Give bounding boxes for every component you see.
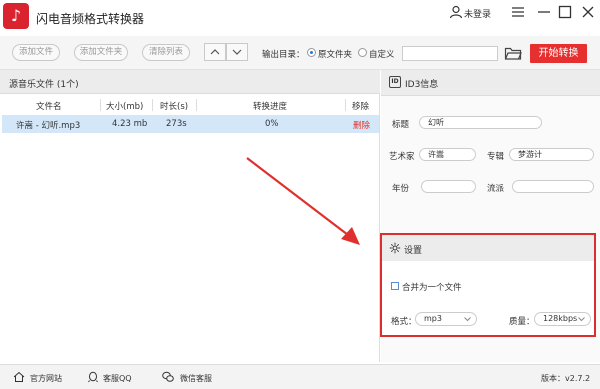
version-text: 版本：v2.7.2 (541, 374, 591, 383)
home-icon (13, 371, 25, 382)
row-progress: 0% (265, 119, 279, 129)
chevron-up-icon (210, 49, 220, 55)
source-title: 源音乐文件 (1个) (9, 80, 79, 90)
artist-label: 艺术家 (389, 152, 415, 162)
genre-label: 流派 (487, 184, 505, 194)
quality-label: 质量： (509, 317, 535, 327)
chevron-down-icon (464, 317, 471, 322)
add-file-button[interactable]: 添加文件 (12, 44, 60, 61)
chevron-down-icon (578, 317, 585, 322)
maximize-icon[interactable] (557, 4, 573, 20)
move-up-button[interactable] (204, 43, 226, 61)
col-remove: 移除 (352, 102, 370, 112)
col-divider (152, 99, 153, 111)
id3-header: ID ID3信息 (381, 70, 600, 96)
add-folder-button[interactable]: 添加文件夹 (74, 44, 128, 61)
genre-field[interactable] (512, 180, 594, 193)
format-label: 格式： (391, 317, 417, 327)
year-field[interactable] (421, 180, 476, 193)
settings-panel: 设置 合并为一个文件 格式： mp3 质量： 128kbps (380, 233, 596, 337)
album-label: 专辑 (487, 152, 505, 162)
title-field[interactable]: 幻听 (419, 116, 542, 129)
qq-support-link[interactable]: 客服QQ (103, 373, 132, 384)
format-select[interactable]: mp3 (415, 312, 477, 326)
quality-value: 128kbps (543, 314, 578, 323)
chevron-down-icon (232, 49, 242, 55)
wechat-icon (162, 371, 174, 382)
source-file-panel: 源音乐文件 (1个) 文件名 大小(mb) 时长(s) 转换进度 移除 许嵩 -… (0, 70, 380, 362)
radio-custom-label: 自定义 (369, 50, 395, 60)
wechat-support-link[interactable]: 微信客服 (180, 373, 212, 384)
output-dir-label: 输出目录： (262, 50, 305, 60)
col-duration: 时长(s) (160, 102, 189, 112)
settings-header: 设置 (382, 235, 594, 261)
folder-icon[interactable] (504, 45, 522, 61)
clear-list-button[interactable]: 清除列表 (142, 44, 190, 61)
merge-checkbox[interactable] (391, 282, 399, 290)
col-divider (100, 99, 101, 111)
menu-icon[interactable] (510, 4, 526, 20)
row-remove-link[interactable]: 删除 (353, 119, 370, 131)
radio-custom-folder[interactable] (358, 48, 367, 57)
artist-field[interactable]: 许嵩 (419, 148, 476, 161)
close-icon[interactable] (580, 4, 596, 20)
col-progress: 转换进度 (253, 102, 288, 112)
website-link[interactable]: 官方网站 (30, 373, 62, 384)
table-row[interactable]: 许嵩 - 幻听.mp3 4.23 mb 273s 0% 删除 (2, 115, 379, 133)
radio-original-label: 原文件夹 (318, 50, 353, 60)
app-title: 闪电音频格式转换器 (36, 12, 145, 26)
move-down-button[interactable] (226, 43, 248, 61)
col-filename: 文件名 (36, 102, 62, 112)
id3-badge-icon: ID (389, 76, 401, 88)
col-size: 大小(mb) (106, 102, 144, 112)
album-field[interactable]: 梦游计 (509, 148, 594, 161)
radio-original-folder[interactable] (307, 48, 316, 57)
start-convert-button[interactable]: 开始转换 (530, 44, 587, 63)
row-filename: 许嵩 - 幻听.mp3 (16, 121, 81, 131)
format-value: mp3 (424, 314, 442, 323)
minimize-icon[interactable] (536, 4, 552, 20)
toolbar: 添加文件 添加文件夹 清除列表 输出目录： 原文件夹 自定义 开始转换 (0, 36, 600, 70)
year-label: 年份 (392, 184, 410, 194)
title-bar: ♪ 闪电音频格式转换器 未登录 (0, 0, 600, 36)
footer-bar: 官方网站 客服QQ 微信客服 版本：v2.7.2 (0, 364, 600, 389)
source-header: 源音乐文件 (1个) (0, 70, 380, 94)
user-icon[interactable] (449, 5, 463, 19)
id3-title: ID3信息 (405, 80, 439, 90)
quality-select[interactable]: 128kbps (534, 312, 591, 326)
output-path-input[interactable] (402, 46, 498, 61)
app-logo-icon: ♪ (3, 3, 29, 29)
settings-title: 设置 (404, 246, 423, 256)
title-label: 标题 (392, 120, 410, 130)
qq-icon (88, 371, 98, 383)
gear-icon (389, 242, 401, 254)
row-duration: 273s (166, 119, 187, 129)
col-divider (196, 99, 197, 111)
row-size: 4.23 mb (112, 119, 148, 129)
col-divider (345, 99, 346, 111)
merge-label: 合并为一个文件 (402, 283, 462, 293)
login-status[interactable]: 未登录 (464, 7, 491, 20)
